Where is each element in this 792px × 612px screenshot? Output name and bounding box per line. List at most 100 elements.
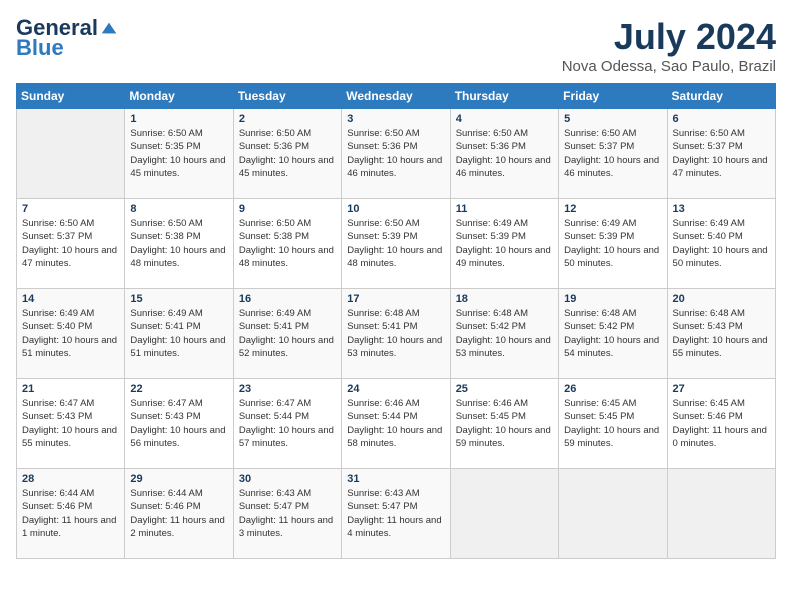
calendar-cell: 20Sunrise: 6:48 AMSunset: 5:43 PMDayligh… <box>667 289 775 379</box>
calendar-cell: 17 Sunrise: 6:48 AMSunset: 5:41 PMDayligh… <box>342 289 450 379</box>
cell-info: Sunrise: 6:49 AMSunset: 5:40 PMDaylight:… <box>22 307 119 360</box>
calendar-cell: 8Sunrise: 6:50 AMSunset: 5:38 PMDaylight… <box>125 199 233 289</box>
cell-info: Sunrise: 6:48 AMSunset: 5:42 PMDaylight:… <box>564 307 661 360</box>
cell-info: Sunrise: 6:50 AMSunset: 5:37 PMDaylight:… <box>564 127 661 180</box>
cell-info: Sunrise: 6:48 AMSunset: 5:41 PMDaylight:… <box>347 307 444 360</box>
calendar-cell: 11 Sunrise: 6:49 AMSunset: 5:39 PMDayligh… <box>450 199 558 289</box>
calendar-cell: 26 Sunrise: 6:45 AMSunset: 5:45 PMDayligh… <box>559 379 667 469</box>
day-number: 11 <box>456 203 553 215</box>
cell-info: Sunrise: 6:49 AMSunset: 5:41 PMDaylight:… <box>130 307 227 360</box>
calendar-cell: 7 Sunrise: 6:50 AMSunset: 5:37 PMDaylight… <box>17 199 125 289</box>
day-number: 7 <box>22 203 119 215</box>
cell-info: Sunrise: 6:50 AMSunset: 5:36 PMDaylight:… <box>239 127 336 180</box>
day-number: 24 <box>347 383 444 395</box>
cell-info: Sunrise: 6:50 AMSunset: 5:37 PMDaylight:… <box>673 127 770 180</box>
header-thursday: Thursday <box>450 84 558 109</box>
cell-info: Sunrise: 6:48 AMSunset: 5:42 PMDaylight:… <box>456 307 553 360</box>
cell-info: Sunrise: 6:44 AMSunset: 5:46 PMDaylight:… <box>130 487 227 540</box>
calendar-cell: 19 Sunrise: 6:48 AMSunset: 5:42 PMDayligh… <box>559 289 667 379</box>
day-number: 22 <box>130 383 227 395</box>
day-number: 19 <box>564 293 661 305</box>
cell-info: Sunrise: 6:43 AMSunset: 5:47 PMDaylight:… <box>239 487 336 540</box>
calendar-cell: 25 Sunrise: 6:46 AMSunset: 5:45 PMDayligh… <box>450 379 558 469</box>
cell-info: Sunrise: 6:45 AMSunset: 5:45 PMDaylight:… <box>564 397 661 450</box>
logo: General Blue <box>16 16 118 60</box>
cell-info: Sunrise: 6:50 AMSunset: 5:38 PMDaylight:… <box>130 217 227 270</box>
cell-info: Sunrise: 6:46 AMSunset: 5:45 PMDaylight:… <box>456 397 553 450</box>
calendar-cell <box>17 109 125 199</box>
calendar-cell: 21 Sunrise: 6:47 AMSunset: 5:43 PMDayligh… <box>17 379 125 469</box>
day-number: 14 <box>22 293 119 305</box>
calendar-cell: 5 Sunrise: 6:50 AMSunset: 5:37 PMDaylight… <box>559 109 667 199</box>
calendar-cell <box>450 469 558 559</box>
calendar-cell <box>559 469 667 559</box>
day-number: 12 <box>564 203 661 215</box>
day-number: 3 <box>347 113 444 125</box>
cell-info: Sunrise: 6:43 AMSunset: 5:47 PMDaylight:… <box>347 487 444 540</box>
day-number: 25 <box>456 383 553 395</box>
calendar-cell: 27Sunrise: 6:45 AMSunset: 5:46 PMDayligh… <box>667 379 775 469</box>
logo-icon <box>100 19 118 37</box>
page-header: General Blue July 2024 Nova Odessa, Sao … <box>16 16 776 75</box>
day-number: 6 <box>673 113 770 125</box>
day-number: 16 <box>239 293 336 305</box>
cell-info: Sunrise: 6:47 AMSunset: 5:43 PMDaylight:… <box>22 397 119 450</box>
cell-info: Sunrise: 6:48 AMSunset: 5:43 PMDaylight:… <box>673 307 770 360</box>
calendar-cell: 18Sunrise: 6:48 AMSunset: 5:42 PMDayligh… <box>450 289 558 379</box>
calendar-week-row: 7 Sunrise: 6:50 AMSunset: 5:37 PMDaylight… <box>17 199 776 289</box>
cell-info: Sunrise: 6:47 AMSunset: 5:44 PMDaylight:… <box>239 397 336 450</box>
day-number: 15 <box>130 293 227 305</box>
header-monday: Monday <box>125 84 233 109</box>
day-number: 9 <box>239 203 336 215</box>
day-number: 27 <box>673 383 770 395</box>
day-number: 30 <box>239 473 336 485</box>
day-number: 26 <box>564 383 661 395</box>
day-number: 2 <box>239 113 336 125</box>
cell-info: Sunrise: 6:44 AMSunset: 5:46 PMDaylight:… <box>22 487 119 540</box>
day-number: 10 <box>347 203 444 215</box>
calendar-cell: 24Sunrise: 6:46 AMSunset: 5:44 PMDayligh… <box>342 379 450 469</box>
location: Nova Odessa, Sao Paulo, Brazil <box>562 58 776 75</box>
cell-info: Sunrise: 6:50 AMSunset: 5:36 PMDaylight:… <box>456 127 553 180</box>
calendar-cell: 2 Sunrise: 6:50 AMSunset: 5:36 PMDaylight… <box>233 109 341 199</box>
calendar-header-row: SundayMondayTuesdayWednesdayThursdayFrid… <box>17 84 776 109</box>
cell-info: Sunrise: 6:49 AMSunset: 5:39 PMDaylight:… <box>564 217 661 270</box>
calendar-week-row: 1 Sunrise: 6:50 AMSunset: 5:35 PMDaylight… <box>17 109 776 199</box>
cell-info: Sunrise: 6:49 AMSunset: 5:41 PMDaylight:… <box>239 307 336 360</box>
header-sunday: Sunday <box>17 84 125 109</box>
calendar-cell: 1 Sunrise: 6:50 AMSunset: 5:35 PMDaylight… <box>125 109 233 199</box>
cell-info: Sunrise: 6:47 AMSunset: 5:43 PMDaylight:… <box>130 397 227 450</box>
cell-info: Sunrise: 6:50 AMSunset: 5:37 PMDaylight:… <box>22 217 119 270</box>
calendar-cell: 16 Sunrise: 6:49 AMSunset: 5:41 PMDayligh… <box>233 289 341 379</box>
calendar-cell: 4 Sunrise: 6:50 AMSunset: 5:36 PMDaylight… <box>450 109 558 199</box>
day-number: 21 <box>22 383 119 395</box>
calendar-cell: 14 Sunrise: 6:49 AMSunset: 5:40 PMDayligh… <box>17 289 125 379</box>
calendar-cell: 15 Sunrise: 6:49 AMSunset: 5:41 PMDayligh… <box>125 289 233 379</box>
cell-info: Sunrise: 6:49 AMSunset: 5:40 PMDaylight:… <box>673 217 770 270</box>
header-friday: Friday <box>559 84 667 109</box>
calendar-cell: 9 Sunrise: 6:50 AMSunset: 5:38 PMDaylight… <box>233 199 341 289</box>
header-saturday: Saturday <box>667 84 775 109</box>
day-number: 13 <box>673 203 770 215</box>
day-number: 23 <box>239 383 336 395</box>
calendar-week-row: 14 Sunrise: 6:49 AMSunset: 5:40 PMDayligh… <box>17 289 776 379</box>
calendar-cell: 30 Sunrise: 6:43 AMSunset: 5:47 PMDayligh… <box>233 469 341 559</box>
day-number: 17 <box>347 293 444 305</box>
calendar-cell: 29 Sunrise: 6:44 AMSunset: 5:46 PMDayligh… <box>125 469 233 559</box>
calendar-cell: 3Sunrise: 6:50 AMSunset: 5:36 PMDaylight… <box>342 109 450 199</box>
cell-info: Sunrise: 6:50 AMSunset: 5:38 PMDaylight:… <box>239 217 336 270</box>
calendar-cell <box>667 469 775 559</box>
day-number: 4 <box>456 113 553 125</box>
day-number: 31 <box>347 473 444 485</box>
calendar-week-row: 28Sunrise: 6:44 AMSunset: 5:46 PMDayligh… <box>17 469 776 559</box>
cell-info: Sunrise: 6:49 AMSunset: 5:39 PMDaylight:… <box>456 217 553 270</box>
day-number: 29 <box>130 473 227 485</box>
cell-info: Sunrise: 6:50 AMSunset: 5:39 PMDaylight:… <box>347 217 444 270</box>
logo-blue: Blue <box>16 36 64 60</box>
calendar-cell: 6 Sunrise: 6:50 AMSunset: 5:37 PMDaylight… <box>667 109 775 199</box>
day-number: 5 <box>564 113 661 125</box>
cell-info: Sunrise: 6:50 AMSunset: 5:35 PMDaylight:… <box>130 127 227 180</box>
header-wednesday: Wednesday <box>342 84 450 109</box>
header-tuesday: Tuesday <box>233 84 341 109</box>
day-number: 1 <box>130 113 227 125</box>
